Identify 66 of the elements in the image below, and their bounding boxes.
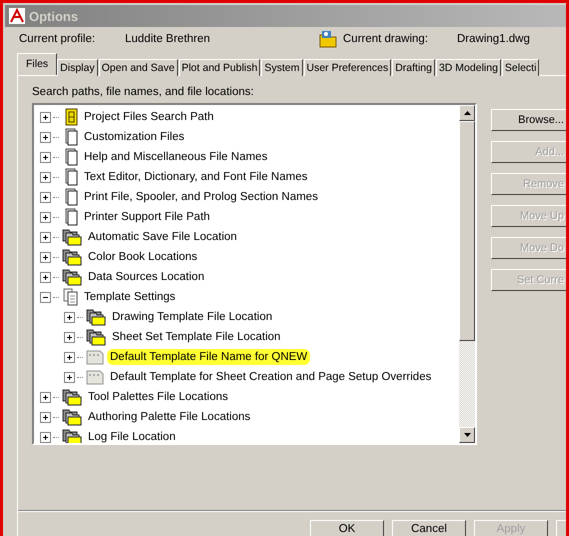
drawing-folder-icon [319, 30, 337, 48]
folders-icon [61, 408, 83, 426]
folders-icon [61, 388, 83, 406]
expand-icon[interactable] [40, 392, 51, 402]
expand-icon[interactable] [64, 372, 75, 382]
expand-icon[interactable] [40, 152, 51, 162]
template-file-icon [85, 368, 105, 386]
drawing-name: Drawing1.dwg [457, 33, 531, 45]
tab[interactable]: Selecti [502, 59, 540, 76]
folders-icon [85, 308, 107, 326]
expand-icon[interactable] [40, 272, 51, 282]
tree-item[interactable]: Help and Miscellaneous File Names [81, 149, 270, 165]
expand-icon[interactable] [64, 352, 75, 362]
dialog-button[interactable]: OK [310, 520, 384, 536]
expand-icon[interactable] [40, 192, 51, 202]
tree-item[interactable]: Automatic Save File Location [85, 229, 240, 245]
tree-item[interactable]: Template Settings [81, 289, 178, 305]
expand-icon[interactable] [40, 432, 51, 442]
tab[interactable]: Drafting [392, 59, 435, 76]
profile-name: Luddite Brethren [125, 33, 212, 45]
tab[interactable]: Open and Save [98, 59, 178, 76]
template-file-icon [85, 348, 105, 366]
tree-item[interactable]: Project Files Search Path [81, 109, 217, 125]
side-button[interactable]: Browse... [491, 109, 566, 131]
expand-icon[interactable] [40, 172, 51, 182]
expand-icon[interactable] [40, 132, 51, 142]
folders-icon [61, 248, 83, 266]
tree-item[interactable]: Color Book Locations [85, 249, 200, 265]
tree-item[interactable]: Data Sources Location [85, 269, 208, 285]
tree-item[interactable]: Default Template File Name for QNEW [107, 349, 310, 365]
tree-item[interactable]: Sheet Set Template File Location [109, 329, 284, 345]
dialog-button[interactable]: Cancel [392, 520, 466, 536]
expand-icon[interactable] [40, 252, 51, 262]
folders-icon [85, 328, 107, 346]
scroll-down-icon[interactable] [464, 433, 470, 437]
expand-icon[interactable] [40, 212, 51, 222]
app-logo-icon [9, 8, 25, 24]
tab[interactable]: Display [57, 59, 98, 76]
tree-item[interactable]: Customization Files [81, 129, 188, 145]
profile-label: Current profile: [19, 33, 96, 45]
tree-item[interactable]: Default Template for Sheet Creation and Page Setup Overrides [107, 369, 434, 385]
window-title: Options [29, 8, 78, 24]
collapse-icon[interactable] [40, 292, 51, 302]
tab[interactable]: 3D Modeling [436, 59, 501, 76]
drawing-label: Current drawing: [343, 33, 430, 45]
tree-item[interactable]: Print File, Spooler, and Prolog Section Names [81, 189, 321, 205]
tab[interactable]: Files [17, 53, 58, 75]
tree-item[interactable]: Text Editor, Dictionary, and Font File Names [81, 169, 310, 185]
tree-item[interactable]: Tool Palettes File Locations [85, 389, 231, 405]
expand-icon[interactable] [40, 232, 51, 242]
expand-icon[interactable] [40, 412, 51, 422]
tab[interactable]: User Preferences [304, 59, 392, 76]
tab[interactable]: System [261, 59, 302, 76]
folders-icon [61, 268, 83, 286]
expand-icon[interactable] [64, 332, 75, 342]
folders-icon [61, 228, 83, 246]
expand-icon[interactable] [64, 312, 75, 322]
documents-icon [61, 288, 79, 306]
tree-caption: Search paths, file names, and file locations: [32, 86, 255, 98]
tree-item[interactable]: Authoring Palette File Locations [85, 409, 254, 425]
tree-item[interactable]: Log File Location [85, 429, 179, 443]
tab[interactable]: Plot and Publish [178, 59, 260, 76]
expand-icon[interactable] [40, 112, 51, 122]
scroll-up-icon[interactable] [464, 111, 470, 115]
tree-item[interactable]: Drawing Template File Location [109, 309, 276, 325]
tree-item[interactable]: Printer Support File Path [81, 209, 213, 225]
